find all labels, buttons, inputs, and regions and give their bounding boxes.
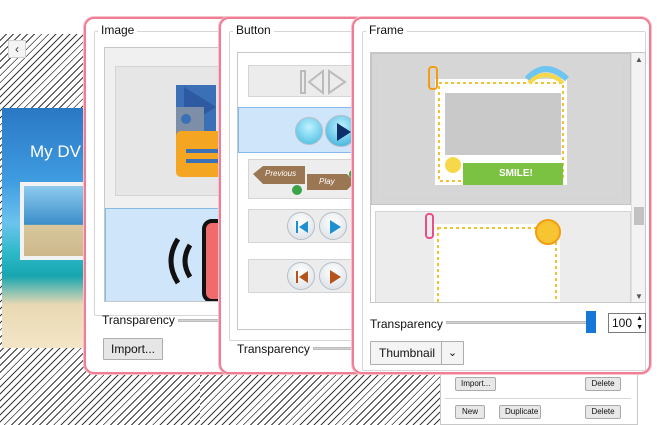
chevron-down-icon[interactable]: ⌄ xyxy=(441,342,463,364)
button-style-5[interactable] xyxy=(248,259,362,293)
frame-list[interactable]: SMILE! ▲ ▼ xyxy=(370,52,646,303)
background-dialog: Import... Delete New Duplicate Delete xyxy=(440,368,638,425)
image-panel-title: Image xyxy=(98,23,138,37)
frame-panel: Frame SMILE! ▲ ▼ Transparency 100 ▲ ▼ Th… xyxy=(352,17,651,374)
image-transparency-label: Transparency xyxy=(102,313,175,327)
frame-list-scrollbar[interactable]: ▲ ▼ xyxy=(631,53,645,302)
previous-label: Previous xyxy=(265,169,297,178)
view-mode-value: Thumbnail xyxy=(379,346,436,360)
polaroid-frame-icon xyxy=(428,66,570,185)
button-style-3[interactable]: Previous Play xyxy=(248,159,362,199)
transparency-value: 100 xyxy=(612,316,633,330)
sun-frame-icon xyxy=(425,213,561,302)
previous-blue-icon xyxy=(287,212,315,240)
button-panel-title: Button xyxy=(233,23,274,37)
scroll-up-icon[interactable]: ▲ xyxy=(632,53,645,67)
slider-thumb[interactable] xyxy=(586,311,596,333)
view-mode-select[interactable]: Thumbnail ⌄ xyxy=(370,341,464,365)
import-button-bg[interactable]: Import... xyxy=(455,377,497,391)
button-style-2-selected[interactable] xyxy=(238,107,362,153)
spin-up-icon[interactable]: ▲ xyxy=(636,314,643,323)
new-button[interactable]: New xyxy=(455,405,485,419)
canvas-background-lower xyxy=(200,370,440,425)
dvd-photo-thumbnail xyxy=(20,182,90,260)
frame-transparency-slider[interactable] xyxy=(446,321,596,324)
frame-item-2[interactable] xyxy=(375,211,631,302)
smile-text: SMILE! xyxy=(499,168,533,179)
frame-preview-1: SMILE! xyxy=(376,60,624,200)
play-blue-icon xyxy=(319,212,347,240)
transparency-spinbox[interactable]: 100 ▲ ▼ xyxy=(608,313,646,333)
button-style-1[interactable] xyxy=(248,65,362,97)
dvd-menu-preview: My DV xyxy=(2,108,92,348)
button-style-list[interactable]: Previous Play xyxy=(237,52,363,330)
play-brown-icon xyxy=(319,262,347,290)
dvd-title-text: My DV xyxy=(30,142,81,161)
play-label: Play xyxy=(319,177,335,186)
button-panel: Button Previous Play Transparency xyxy=(219,17,365,374)
spin-down-icon[interactable]: ▼ xyxy=(636,323,643,332)
delete-button-bottom[interactable]: Delete xyxy=(585,405,621,419)
frame-panel-title: Frame xyxy=(366,23,407,37)
image-import-button[interactable]: Import... xyxy=(103,338,163,360)
rewind-button-icon xyxy=(295,117,323,145)
frame-transparency-label: Transparency xyxy=(370,317,443,331)
scroll-down-icon[interactable]: ▼ xyxy=(632,290,645,302)
duplicate-button[interactable]: Duplicate xyxy=(499,405,541,419)
button-style-4[interactable] xyxy=(248,209,362,243)
delete-button-bg[interactable]: Delete xyxy=(585,377,621,391)
frame-item-1-selected[interactable]: SMILE! xyxy=(371,53,631,205)
back-arrow-icon[interactable]: ‹ xyxy=(8,40,26,58)
button-transparency-label: Transparency xyxy=(237,342,310,356)
scrollbar-thumb[interactable] xyxy=(634,207,644,225)
wooden-sign-icon xyxy=(253,166,357,195)
divider xyxy=(445,398,631,399)
skip-outline-icon xyxy=(300,68,347,96)
previous-brown-icon xyxy=(287,262,315,290)
screen: ‹ My DV Import... Delete New Duplicate D… xyxy=(0,0,669,425)
